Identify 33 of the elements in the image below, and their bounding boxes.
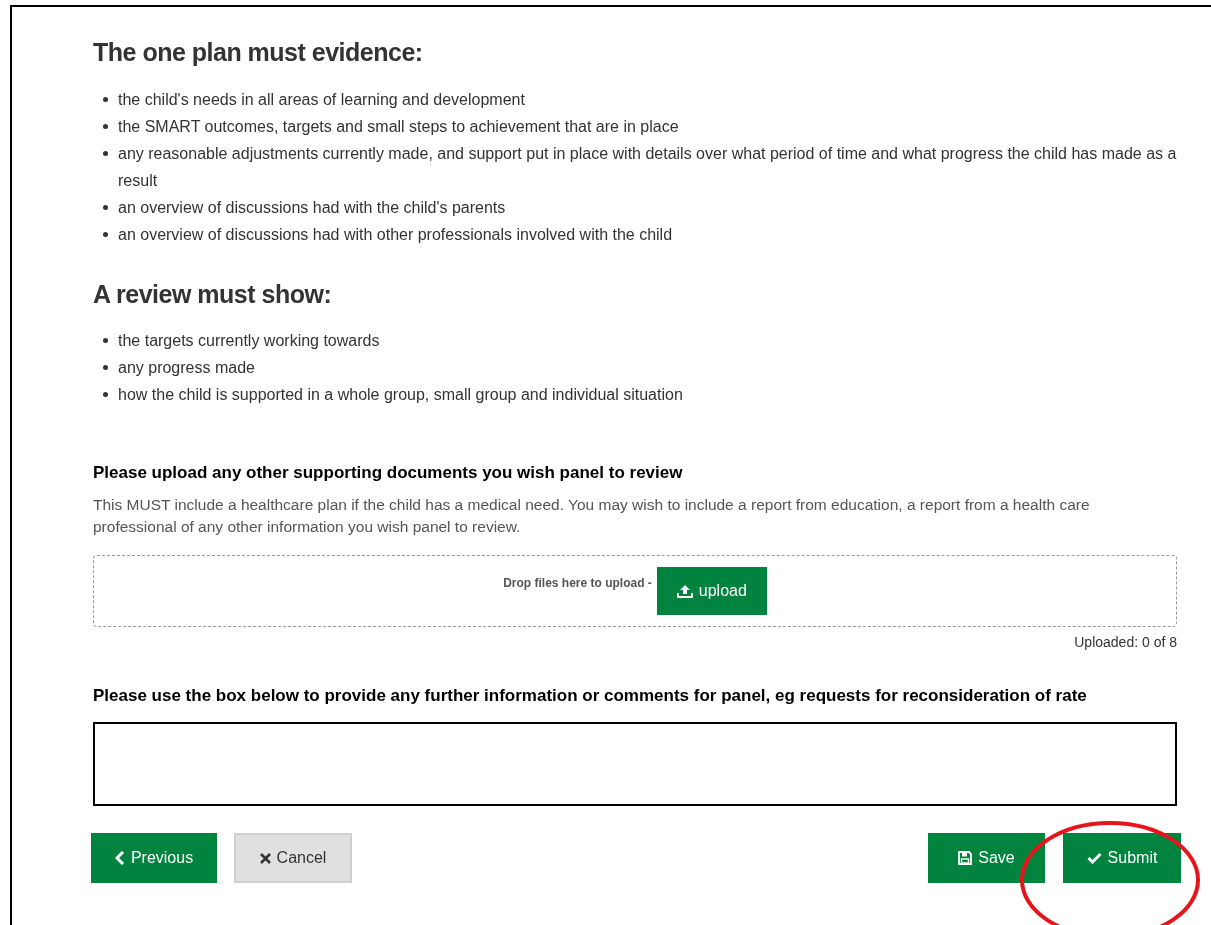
upload-button[interactable]: upload (656, 566, 767, 615)
list-item-text: the SMART outcomes, targets and small steps to achievement that are in place (118, 116, 679, 137)
list-item-text: an overview of discussions had with other professionals involved with the child (118, 224, 673, 245)
section-heading: A review must show: (93, 278, 333, 310)
chevron-left-icon (114, 851, 125, 865)
cancel-button[interactable]: Cancel (234, 833, 352, 883)
upload-icon (676, 583, 693, 598)
bullet-icon (103, 338, 108, 343)
list-item-text: the child's needs in all areas of learning and development (118, 89, 525, 110)
check-icon (1086, 852, 1102, 864)
section-heading: The one plan must evidence: (93, 37, 424, 68)
save-button[interactable]: Save (928, 833, 1045, 883)
close-icon (259, 852, 271, 864)
upload-count: Uploaded: 0 of 8 (1074, 632, 1177, 652)
drop-zone-text: Drop files here to upload - (503, 574, 652, 592)
bullet-icon (103, 231, 108, 237)
list-item-text: the targets currently working towards (118, 331, 380, 351)
bullet-icon (103, 392, 108, 397)
submit-button[interactable]: Submit (1063, 833, 1181, 883)
list-item-text: any progress made (118, 358, 255, 378)
upload-help-text: This MUST include a healthcare plan if the child has a medical need. You may wish to include a report from education, a report from a health care professional of any other information you wish panel to review. (93, 494, 1091, 537)
list-item-text: an overview of discussions had with the child's parents (118, 197, 506, 218)
bullet-icon (103, 204, 108, 210)
comments-label: Please use the box below to provide any further information or comments for panel, eg requests for reconsideration of rate (93, 684, 1088, 707)
bullet-icon (103, 150, 108, 156)
bullet-icon (103, 365, 108, 370)
comments-field[interactable] (93, 722, 1177, 806)
previous-button[interactable]: Previous (91, 833, 217, 883)
bullet-icon (103, 96, 108, 102)
bullet-icon (103, 123, 108, 129)
upload-label: Please upload any other supporting documents you wish panel to review (93, 462, 684, 484)
drop-zone[interactable]: Drop files here to upload - upload (93, 554, 1177, 627)
list-item-text: how the child is supported in a whole group, small group and individual situation (118, 385, 683, 405)
